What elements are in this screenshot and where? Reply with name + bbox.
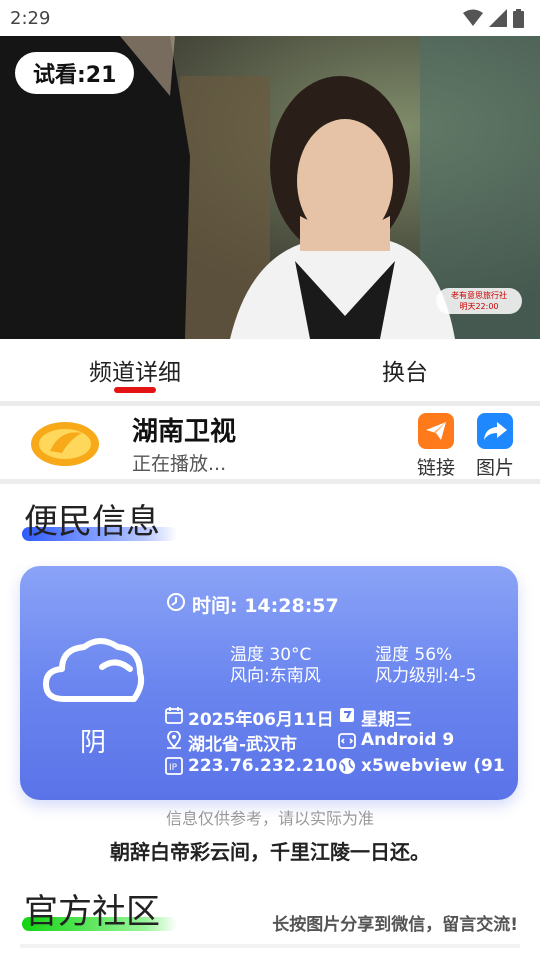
tab-label: 频道详细 (89, 360, 181, 386)
hunan-tv-logo (31, 422, 99, 466)
program-promo-logo: 老有意思旅行社 明天22:00 (436, 288, 522, 314)
community-section-title: 官方社区 (22, 884, 177, 933)
poem-line: 朝辞白帝彩云间，千里江陵一日还。 (110, 840, 430, 864)
location-pin-icon (167, 731, 181, 749)
active-tab-indicator (114, 387, 156, 393)
share-image-button[interactable]: 图片 (472, 413, 518, 480)
promo-line-1: 老有意思旅行社 (451, 291, 507, 300)
battery-icon (513, 8, 524, 28)
promo-line-2: 明天22:00 (459, 302, 499, 311)
divider (0, 479, 540, 484)
calendar-icon (165, 707, 183, 724)
community-section-title-text: 官方社区 (24, 892, 160, 932)
tab-bar: 频道详细 换台 (0, 339, 540, 401)
location: 湖北省-武汉市 (188, 735, 298, 755)
community-hint: 长按图片分享到微信，留言交流! (272, 915, 518, 935)
divider (20, 944, 520, 948)
wind-level: 风力级别:4-5 (375, 666, 477, 686)
device-code-icon (338, 733, 356, 749)
clock-icon (167, 593, 185, 611)
divider (0, 401, 540, 406)
ip-address: 223.76.232.210 (188, 756, 338, 776)
date: 2025年06月11日 (188, 710, 334, 730)
info-section-title-text: 便民信息 (24, 502, 160, 542)
status-icons (463, 8, 524, 28)
wifi-icon (463, 9, 483, 26)
status-time: 2:29 (10, 7, 51, 29)
cloudy-weather-icon (43, 638, 145, 702)
tab-label: 换台 (382, 360, 428, 386)
video-player[interactable]: 试看:21 老有意思旅行社 明天22:00 (0, 36, 540, 339)
weather-condition: 阴 (80, 728, 107, 758)
share-link-button[interactable]: 链接 (413, 413, 459, 480)
weekday-icon (340, 708, 354, 722)
channel-info-row: 湖南卫视 正在播放... 链接 图片 (0, 407, 540, 479)
info-section-title: 便民信息 (22, 494, 177, 543)
channel-status: 正在播放... (132, 453, 227, 475)
wind-direction: 风向:东南风 (230, 666, 321, 686)
tab-channel-details[interactable]: 频道详细 (0, 339, 270, 401)
status-bar: 2:29 (0, 0, 540, 36)
tab-switch-channel[interactable]: 换台 (270, 339, 540, 401)
weekday: 星期三 (361, 710, 412, 730)
svg-text:IP: IP (169, 763, 178, 773)
os-version: Android 9 (361, 730, 455, 750)
share-image-label: 图片 (475, 457, 514, 479)
disclaimer: 信息仅供参考，请以实际为准 (165, 809, 374, 828)
current-time: 时间: 14:28:57 (192, 595, 339, 617)
share-link-label: 链接 (416, 457, 455, 479)
send-icon (418, 413, 454, 449)
ip-icon: IP (165, 757, 183, 775)
trial-countdown-badge: 试看:21 (15, 52, 135, 94)
globe-icon (339, 758, 355, 774)
signal-icon (489, 9, 507, 27)
webview-version: x5webview (91.0.4 (361, 756, 504, 776)
share-arrow-icon (477, 413, 513, 449)
channel-name: 湖南卫视 (132, 417, 237, 447)
